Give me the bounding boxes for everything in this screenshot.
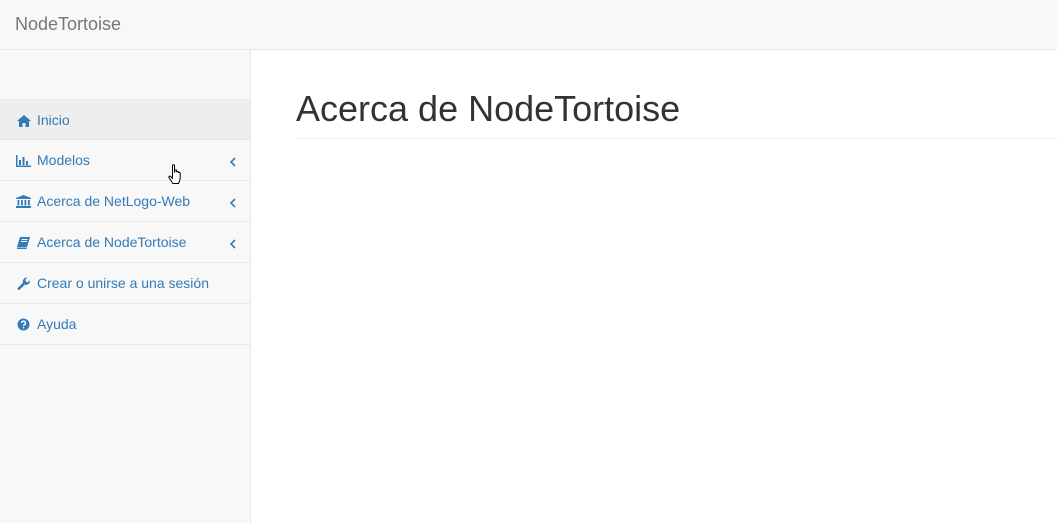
sidebar-item-label: Acerca de NetLogo-Web xyxy=(37,193,191,209)
sidebar-link-inicio[interactable]: Inicio xyxy=(16,112,70,129)
sidebar-item-label: Modelos xyxy=(37,152,90,168)
chevron-left-icon xyxy=(229,154,237,167)
sidebar-item-inicio[interactable]: Inicio xyxy=(0,99,250,140)
sidebar-link-sesion[interactable]: Crear o unirse a una sesión xyxy=(16,275,209,292)
sidebar-item-ayuda[interactable]: Ayuda xyxy=(0,304,250,345)
main-content: Acerca de NodeTortoise xyxy=(251,50,1057,523)
sidebar-link-netlogo-web[interactable]: Acerca de NetLogo-Web xyxy=(16,193,190,210)
sidebar-item-nodetortoise[interactable]: Acerca de NodeTortoise xyxy=(0,222,250,263)
sidebar-menu: Inicio Modelos Acerca de NetLogo-Web Ace… xyxy=(0,99,250,345)
chevron-left-icon xyxy=(229,195,237,208)
sidebar-item-label: Ayuda xyxy=(37,316,77,332)
sidebar-link-nodetortoise[interactable]: Acerca de NodeTortoise xyxy=(16,234,186,251)
chevron-left-icon xyxy=(229,236,237,249)
bank-icon xyxy=(16,194,31,209)
sidebar-item-label: Crear o unirse a una sesión xyxy=(37,275,209,291)
sidebar-item-netlogo-web[interactable]: Acerca de NetLogo-Web xyxy=(0,181,250,222)
page-header: Acerca de NodeTortoise xyxy=(296,88,1057,139)
sidebar: Inicio Modelos Acerca de NetLogo-Web Ace… xyxy=(0,50,251,523)
book-icon xyxy=(16,235,31,250)
sidebar-item-modelos[interactable]: Modelos xyxy=(0,140,250,181)
page-title: Acerca de NodeTortoise xyxy=(296,88,681,129)
brand-link[interactable]: NodeTortoise xyxy=(15,14,121,34)
bar-chart-icon xyxy=(16,153,31,168)
question-circle-icon xyxy=(16,317,31,332)
top-navbar: NodeTortoise xyxy=(0,0,1057,50)
wrench-icon xyxy=(16,276,31,291)
sidebar-item-sesion[interactable]: Crear o unirse a una sesión xyxy=(0,263,250,304)
sidebar-item-label: Acerca de NodeTortoise xyxy=(37,234,187,250)
sidebar-link-ayuda[interactable]: Ayuda xyxy=(16,316,76,333)
sidebar-item-label: Inicio xyxy=(37,112,70,128)
home-icon xyxy=(16,113,31,128)
sidebar-link-modelos[interactable]: Modelos xyxy=(16,152,90,169)
